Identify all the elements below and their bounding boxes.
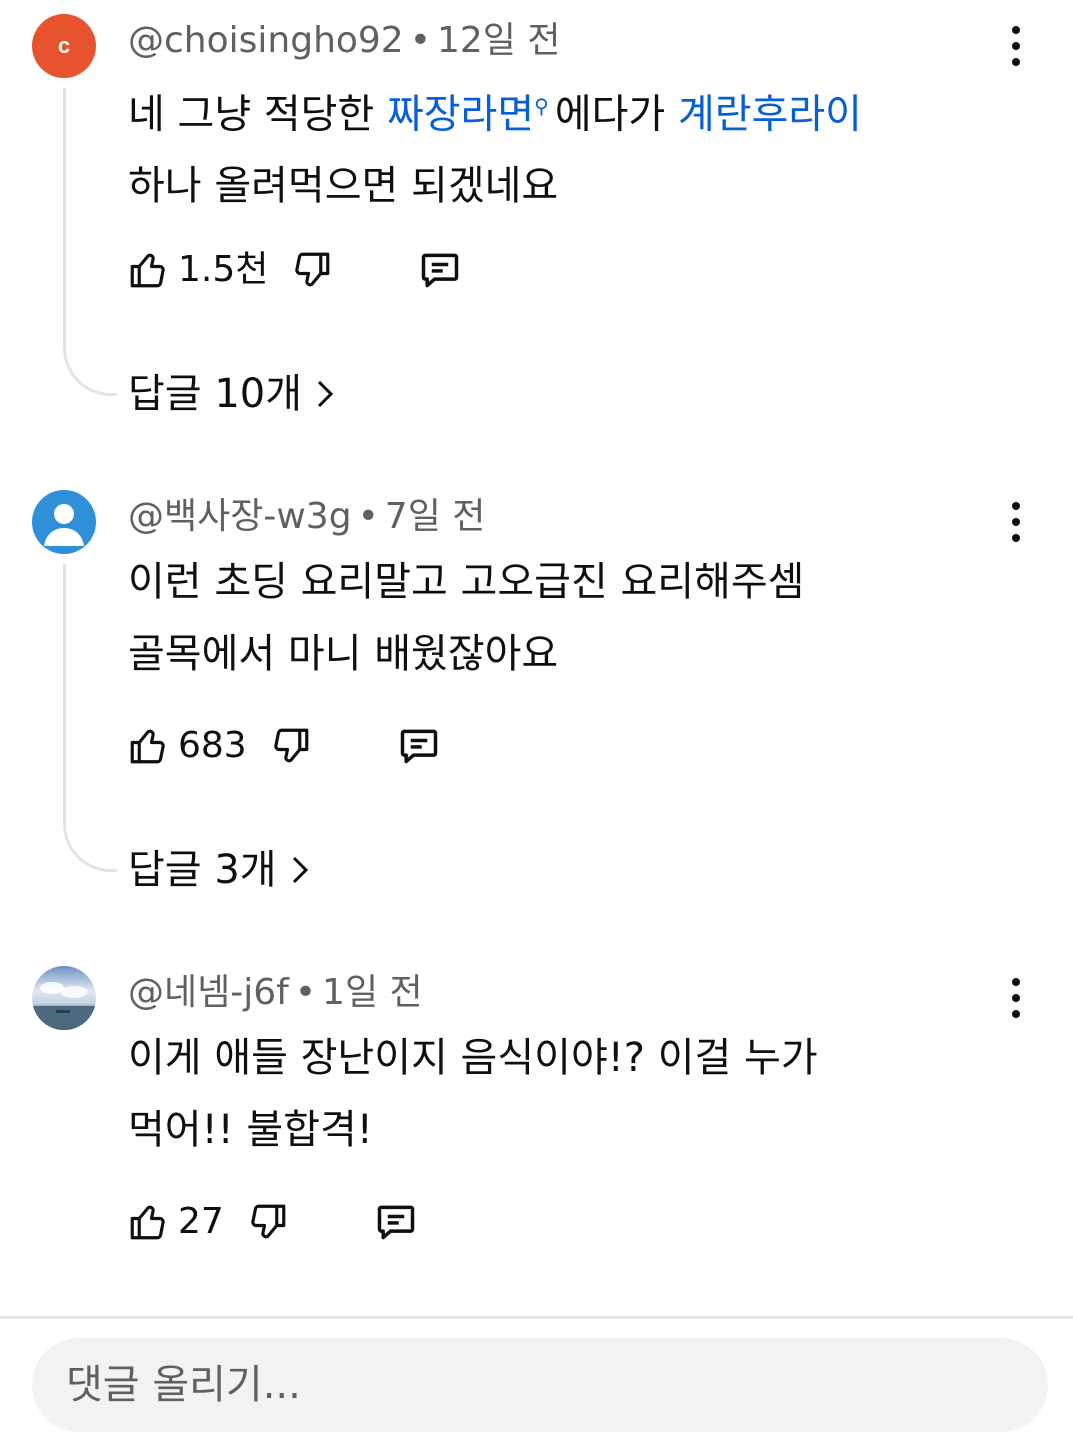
comment-text-line: 이게 애들 장난이지 음식이야!? 이걸 누가	[128, 1035, 818, 1081]
thumbs-up-icon	[127, 249, 169, 291]
comment-bubble-icon	[374, 1200, 418, 1244]
dislike-button[interactable]	[246, 1200, 290, 1244]
search-link[interactable]: 짜장라면	[387, 91, 534, 137]
comment-composer[interactable]	[32, 1338, 1048, 1432]
more-options-icon[interactable]	[998, 26, 1034, 66]
like-button[interactable]	[126, 724, 170, 768]
replies-label: 답글 3개	[128, 847, 277, 893]
comment-text-segment: 하나 올려먹으면 되겠네요	[128, 163, 559, 210]
dislike-button[interactable]	[269, 724, 313, 768]
thread-line	[63, 564, 117, 872]
view-replies-button[interactable]: 답글 10개	[128, 362, 334, 426]
dislike-button[interactable]	[290, 248, 334, 292]
default-avatar-icon	[44, 504, 84, 546]
thread-line	[63, 88, 117, 396]
comment-text: 이런 초딩 요리말고 고오급진 요리해주셈골목에서 마니 배웠잖아요	[128, 546, 1008, 690]
comment-input[interactable]	[66, 1362, 1048, 1408]
reply-button[interactable]	[374, 1200, 418, 1244]
replies-label: 답글 10개	[128, 371, 303, 417]
search-icon[interactable]: ⚲	[534, 94, 549, 118]
comment-author[interactable]: @choisingho92	[128, 20, 404, 61]
comment-text-segment: 에다가	[554, 91, 678, 138]
comment-time: 7일 전	[384, 496, 486, 537]
like-count: 683	[178, 725, 247, 766]
like-button[interactable]	[126, 248, 170, 292]
comment-time: 12일 전	[436, 20, 561, 61]
comment-bubble-icon	[418, 248, 462, 292]
comment-meta: @백사장-w3g • 7일 전	[128, 492, 485, 542]
comment-actions: 1.5천	[126, 244, 462, 296]
chevron-right-icon	[317, 380, 334, 408]
comment-text-segment: 네 그냥 적당한	[128, 91, 387, 138]
reply-button[interactable]	[418, 248, 462, 292]
avatar[interactable]	[32, 490, 96, 554]
view-replies-button[interactable]: 답글 3개	[128, 838, 309, 902]
comment-meta: @choisingho92 • 12일 전	[128, 16, 560, 66]
avatar-letter: c	[57, 33, 71, 58]
thumbs-down-icon	[247, 1201, 289, 1243]
meta-separator: •	[409, 20, 431, 61]
thumbs-up-icon	[127, 725, 169, 767]
comment-text-line: 이런 초딩 요리말고 고오급진 요리해주셈	[128, 559, 805, 605]
like-count: 27	[178, 1201, 224, 1242]
comment-text-line: 골목에서 마니 배웠잖아요	[128, 631, 559, 677]
comment-actions: 27	[126, 1196, 418, 1248]
thumbs-down-icon	[291, 249, 333, 291]
comment-bubble-icon	[397, 724, 441, 768]
comment-author[interactable]: @네넴-j6f	[128, 972, 289, 1013]
comment-time: 1일 전	[322, 972, 423, 1013]
comment-author[interactable]: @백사장-w3g	[128, 496, 352, 537]
thumbs-down-icon	[270, 725, 312, 767]
like-button[interactable]	[126, 1200, 170, 1244]
more-options-icon[interactable]	[998, 502, 1034, 542]
divider	[0, 1316, 1073, 1319]
search-link[interactable]: 계란후라이	[678, 91, 862, 137]
comment-actions: 683	[126, 720, 441, 772]
avatar[interactable]: c	[32, 14, 96, 78]
chevron-right-icon	[292, 856, 308, 884]
meta-separator: •	[294, 972, 317, 1013]
comment-text: 이게 애들 장난이지 음식이야!? 이걸 누가먹어!! 불합격!	[128, 1022, 1008, 1166]
comment-meta: @네넴-j6f • 1일 전	[128, 968, 423, 1018]
avatar[interactable]	[32, 966, 96, 1030]
comment-text: 네 그냥 적당한 짜장라면⚲ 에다가 계란후라이하나 올려먹으면 되겠네요	[128, 70, 1008, 222]
meta-separator: •	[357, 496, 379, 537]
like-count: 1.5천	[178, 249, 269, 290]
reply-button[interactable]	[397, 724, 441, 768]
comment-text-line: 먹어!! 불합격!	[128, 1107, 373, 1153]
more-options-icon[interactable]	[998, 978, 1034, 1018]
landscape-photo-icon	[32, 982, 96, 1030]
thumbs-up-icon	[127, 1201, 169, 1243]
